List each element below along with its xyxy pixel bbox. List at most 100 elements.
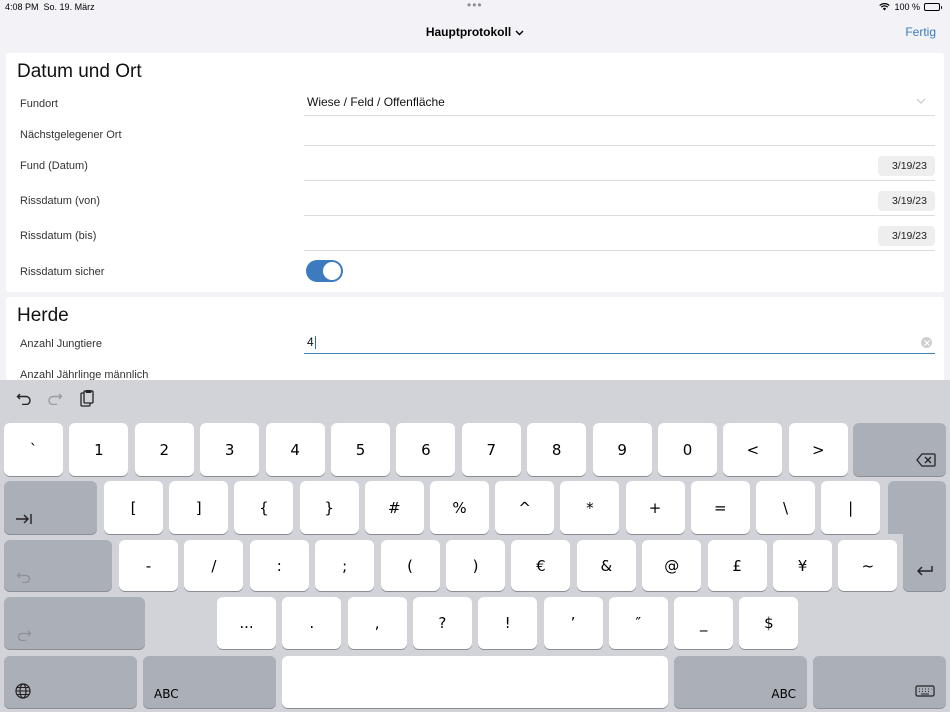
key-3[interactable]: 2 [134,423,194,476]
key-label: / [211,556,217,575]
key-label: , [374,614,380,632]
dismiss-keyboard-key[interactable] [813,656,946,708]
key-8[interactable]: * [560,481,620,534]
key-label: # [388,498,401,517]
redo-key[interactable] [4,597,145,649]
tab-key[interactable] [4,481,97,534]
key-4[interactable]: ? [412,597,472,649]
key-10[interactable]: 9 [592,423,652,476]
key-4[interactable]: } [299,481,359,534]
globe-key[interactable] [4,656,137,708]
key-5[interactable]: 4 [265,423,325,476]
key-label: 4 [290,440,300,459]
keyboard-hide-icon [915,685,935,697]
paste-icon[interactable] [80,390,94,407]
key-11[interactable]: \ [756,481,815,534]
key-7[interactable]: ^ [495,481,555,534]
rissdatum-bis-picker[interactable]: 3/19/23 [878,226,935,246]
key-label: ] [195,498,202,517]
key-4[interactable]: ; [315,540,375,591]
key-6[interactable]: 5 [331,423,390,476]
undo-icon[interactable] [16,391,32,405]
key-3[interactable]: { [234,481,294,534]
divider [304,353,935,354]
key-label: } [324,498,334,517]
naechster-ort-field[interactable] [304,123,935,145]
toggle-knob [323,262,341,280]
abc-key-label: ABC [154,687,179,701]
key-label: _ [699,614,708,632]
key-label: ¥ [797,556,808,575]
fund-datum-picker[interactable]: 3/19/23 [878,156,935,176]
keyboard: ` 1 2 3 4 5 6 7 8 9 0 < > []{} #% ^ * + = \ | - /:;() € & @ £ ¥ ~ … [0,380,950,712]
key-6[interactable]: ’ [543,597,603,649]
key-11[interactable]: ¥ [773,540,832,591]
anzahl-jungtiere-input[interactable]: 4 [307,335,316,350]
space-key[interactable] [282,656,668,708]
navigation-bar: Hauptprotokoll Fertig [0,14,950,52]
key-1[interactable]: [ [104,481,163,534]
abc-key-left[interactable]: ABC [143,656,276,708]
undo-key[interactable] [4,540,112,591]
key-7[interactable]: ″ [608,597,668,649]
key-label: 5 [355,440,366,459]
status-bar: 4:08 PM So. 19. März ••• 100 % [0,0,950,14]
key-5[interactable]: ! [478,597,538,649]
key-3[interactable]: , [347,597,407,649]
key-3[interactable]: : [249,540,309,591]
key-4[interactable]: 3 [200,423,260,476]
backspace-key[interactable] [853,423,946,476]
key-7[interactable]: € [511,540,571,591]
abc-key-right[interactable]: ABC [674,656,807,708]
key-label: * [586,498,594,517]
key-7[interactable]: 6 [396,423,456,476]
key-10[interactable]: = [690,481,750,534]
rissdatum-sicher-toggle[interactable] [306,260,343,282]
fundort-label: Fundort [20,98,58,110]
clear-text-button[interactable] [921,337,932,348]
status-right: 100 % [879,2,942,12]
multitasking-dots-icon[interactable]: ••• [467,0,483,11]
key-2[interactable]: / [184,540,244,591]
key-label: ; [342,556,348,575]
key-2[interactable]: . [282,597,342,649]
key-5[interactable]: # [364,481,424,534]
key-1[interactable]: ` [4,423,63,476]
key-6[interactable]: ) [446,540,505,591]
key-12[interactable]: | [821,481,881,534]
rissdatum-bis-label: Rissdatum (bis) [20,230,97,242]
fundort-select[interactable]: Wiese / Feld / Offenfläche [307,95,445,109]
rissdatum-von-picker[interactable]: 3/19/23 [878,191,935,211]
key-9[interactable]: @ [642,540,702,591]
key-5[interactable]: ( [380,540,440,591]
key-label: € [536,556,546,575]
key-2[interactable]: 1 [69,423,129,476]
key-9[interactable]: $ [739,597,799,649]
key-9[interactable]: + [625,481,685,534]
return-key-lower[interactable] [903,528,946,591]
done-button[interactable]: Fertig [905,25,936,39]
key-label: + [648,498,662,517]
key-12[interactable]: < [723,423,783,476]
redo-icon [17,630,32,641]
key-11[interactable]: 0 [658,423,717,476]
key-6[interactable]: % [430,481,489,534]
key-8[interactable]: & [576,540,636,591]
battery-percent: 100 % [894,2,920,12]
key-1[interactable]: - [119,540,178,591]
section-datum-und-ort: Datum und Ort Fundort Wiese / Feld / Off… [6,53,944,292]
key-label: 2 [159,440,170,459]
key-13[interactable]: > [788,423,848,476]
key-8[interactable]: 7 [461,423,521,476]
key-10[interactable]: £ [707,540,767,591]
key-9[interactable]: 8 [527,423,587,476]
title-menu[interactable]: Hauptprotokoll [0,25,950,39]
key-12[interactable]: ~ [838,540,898,591]
key-label: ? [438,614,447,632]
key-2[interactable]: ] [169,481,229,534]
return-key[interactable] [888,481,946,534]
key-8[interactable]: _ [674,597,734,649]
key-label: ` [29,440,38,459]
redo-icon[interactable] [47,391,63,405]
key-1[interactable]: ... [217,597,276,649]
